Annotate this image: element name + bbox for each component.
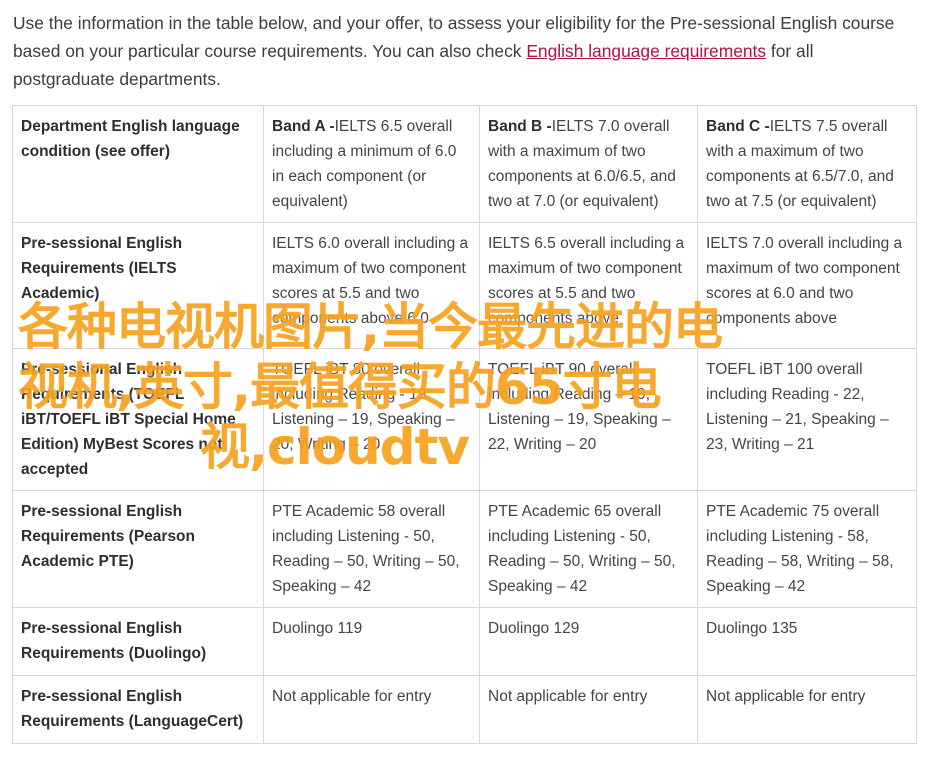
table-cell: PTE Academic 65 overall including Listen… <box>479 490 698 608</box>
row-label: Pre-sessional English Requirements (IELT… <box>12 222 264 349</box>
table-cell: IELTS 6.5 overall including a maximum of… <box>479 222 698 349</box>
table-row: Pre-sessional English Requirements (IELT… <box>12 222 917 349</box>
table-row: Pre-sessional English Requirements (TOEF… <box>12 348 917 491</box>
row-label: Pre-sessional English Requirements (Pear… <box>12 490 264 608</box>
table-row: Pre-sessional English Requirements (Duol… <box>12 607 917 676</box>
table-cell: PTE Academic 75 overall including Listen… <box>697 490 917 608</box>
table-cell: Duolingo 129 <box>479 607 698 676</box>
row-label: Pre-sessional English Requirements (Lang… <box>12 675 264 744</box>
row-label: Pre-sessional English Requirements (Duol… <box>12 607 264 676</box>
table-cell: IELTS 6.0 overall including a maximum of… <box>263 222 480 349</box>
band-label: Band C - <box>706 118 770 135</box>
table-cell: Band A -IELTS 6.5 overall including a mi… <box>263 105 480 223</box>
table-cell: Not applicable for entry <box>263 675 480 744</box>
table-cell: Band C -IELTS 7.5 overall with a maximum… <box>697 105 917 223</box>
intro-paragraph: Use the information in the table below, … <box>13 9 918 93</box>
table-cell: TOEFL iBT 90 overall including Reading –… <box>479 348 698 491</box>
table-cell: TOEFL iBT 80 overall including Reading -… <box>263 348 480 491</box>
table-cell: PTE Academic 58 overall including Listen… <box>263 490 480 608</box>
band-label: Band A - <box>272 118 335 135</box>
table-row: Pre-sessional English Requirements (Lang… <box>12 675 917 744</box>
table-cell: Not applicable for entry <box>479 675 698 744</box>
table-cell: Band B -IELTS 7.0 overall with a maximum… <box>479 105 698 223</box>
table-cell: Duolingo 135 <box>697 607 917 676</box>
table-row: Pre-sessional English Requirements (Pear… <box>12 490 917 608</box>
requirements-table: Department English language condition (s… <box>12 105 917 744</box>
table-cell: Not applicable for entry <box>697 675 917 744</box>
table-cell: Duolingo 119 <box>263 607 480 676</box>
row-label: Department English language condition (s… <box>12 105 264 223</box>
band-label: Band B - <box>488 118 552 135</box>
table-cell: IELTS 7.0 overall including a maximum of… <box>697 222 917 349</box>
table-cell: TOEFL iBT 100 overall including Reading … <box>697 348 917 491</box>
row-label: Pre-sessional English Requirements (TOEF… <box>12 348 264 491</box>
english-language-requirements-link[interactable]: English language requirements <box>526 41 766 61</box>
table-row: Department English language condition (s… <box>12 105 917 223</box>
